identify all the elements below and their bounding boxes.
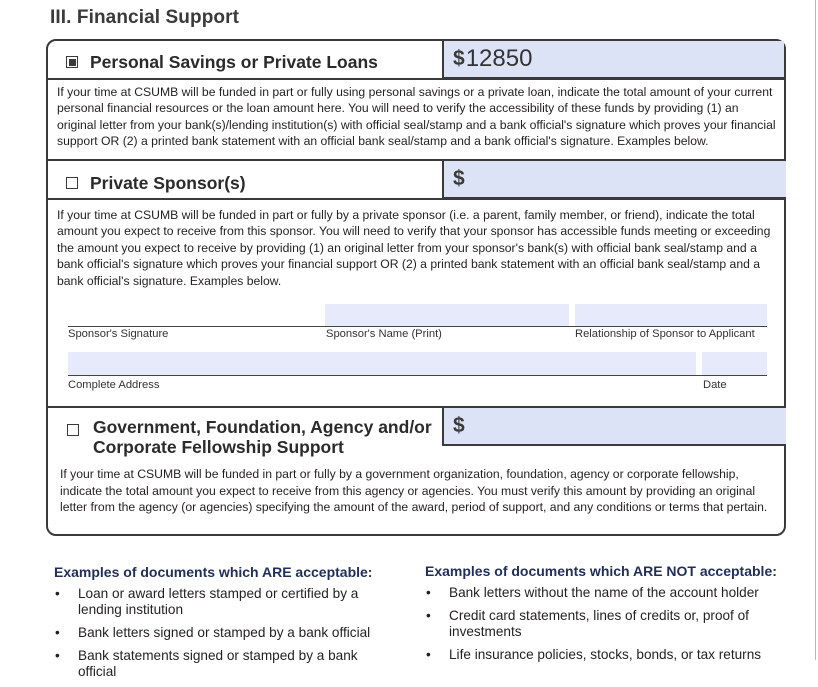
signature-line [68,326,767,327]
sponsor-label: Private Sponsor(s) [90,173,246,193]
sponsor-address-input[interactable] [68,352,696,375]
section-title: III. Financial Support [50,7,240,28]
sponsor-relationship-input[interactable] [575,304,767,326]
savings-amount-value: 12850 [465,45,533,72]
bullet-icon: • [426,647,431,662]
bullet-icon: • [55,625,60,640]
sponsor-name-label: Sponsor's Name (Print) [326,328,442,340]
address-line [68,375,767,376]
not-acceptable-examples-list: • Bank letters without the name of the ac… [425,585,770,670]
list-item: • Bank statements signed or stamped by a … [55,648,358,679]
savings-amount-field[interactable]: $ 12850 [442,41,784,79]
sponsor-name-input[interactable] [325,304,569,326]
acceptable-examples-list: • Loan or award letters stamped or certif… [54,586,384,687]
list-item: • Life insurance policies, stocks, bonds,… [426,647,762,662]
savings-header: Personal Savings or Private Loans [66,52,378,72]
savings-label: Personal Savings or Private Loans [90,52,378,72]
government-currency: $ [453,414,465,437]
sponsor-description: If your time at CSUMB will be funded in … [57,208,771,288]
government-label-line-2: Corporate Fellowship Support [93,437,344,457]
savings-checkbox[interactable] [66,56,78,68]
acceptable-examples-title: Examples of documents which ARE acceptab… [54,564,373,580]
list-item: • Bank letters without the name of the ac… [426,585,759,600]
government-description: If your time at CSUMB will be funded in … [60,467,768,515]
bullet-icon: • [426,608,431,623]
sponsor-currency: $ [453,167,465,190]
sponsor-date-label: Date [703,379,727,391]
list-item: • Credit card statements, lines of credit… [426,608,749,639]
sponsor-relationship-label: Relationship of Sponsor to Applicant [575,328,755,340]
sponsor-header-divider [48,198,785,200]
sponsor-date-input[interactable] [702,352,767,375]
list-item: • Bank letters signed or stamped by a ban… [55,625,371,640]
list-item: • Loan or award letters stamped or certif… [55,586,359,617]
page-edge [815,0,816,660]
not-acceptable-examples-title: Examples of documents which ARE NOT acce… [425,563,777,579]
government-label: Government, Foundation, Agency and/or Co… [93,417,432,457]
government-label-line-1: Government, Foundation, Agency and/or [93,417,432,437]
government-amount-field[interactable]: $ [442,408,786,446]
savings-description: If your time at CSUMB will be funded in … [57,85,776,149]
savings-header-divider [48,78,785,80]
sponsor-address-label: Complete Address [68,379,160,391]
bullet-icon: • [55,648,60,663]
sponsor-header: Private Sponsor(s) [66,173,246,193]
government-checkbox[interactable] [67,424,79,436]
savings-currency: $ [453,47,465,70]
sponsor-signature-label: Sponsor's Signature [68,328,169,340]
bullet-icon: • [55,586,60,601]
sponsor-amount-field[interactable]: $ [442,161,786,199]
bullet-icon: • [426,585,431,600]
sponsor-checkbox[interactable] [66,177,78,189]
check-mark-icon [68,58,76,66]
